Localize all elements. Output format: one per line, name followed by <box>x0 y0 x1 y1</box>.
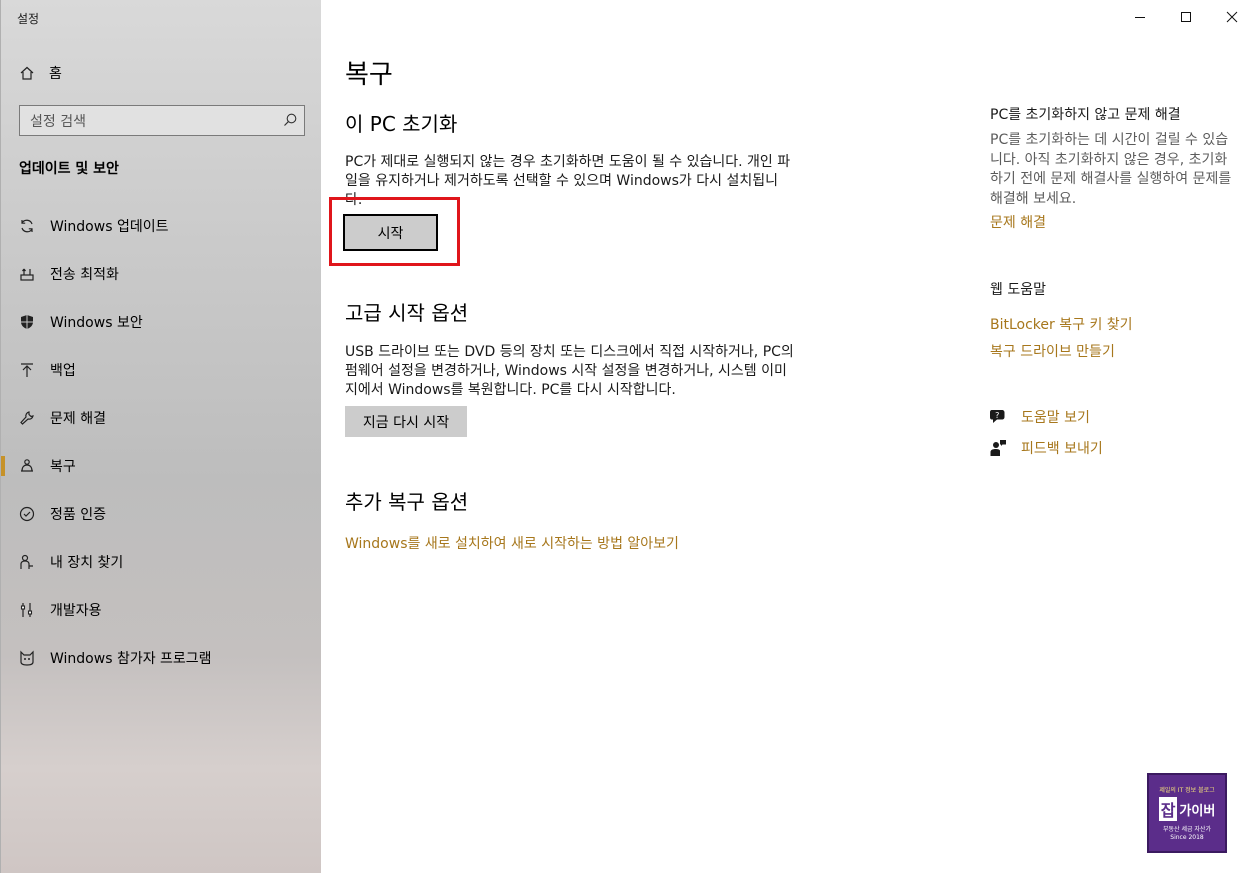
sidebar: 설정 홈 설정 검색 업데이트 및 보안 Windows 업데이트 전송 최적화 <box>0 0 321 873</box>
sidebar-item-find-my-device[interactable]: 내 장치 찾기 <box>1 538 322 586</box>
sidebar-item-delivery-optimization[interactable]: 전송 최적화 <box>1 250 322 298</box>
feedback-icon <box>989 439 1007 457</box>
more-recovery-heading: 추가 복구 옵션 <box>345 490 469 514</box>
fresh-start-link[interactable]: Windows를 새로 설치하여 새로 시작하는 방법 알아보기 <box>345 533 679 553</box>
watermark-sub: 부동산 세금 자산가 <box>1163 826 1211 833</box>
sidebar-item-insider-program[interactable]: Windows 참가자 프로그램 <box>1 634 322 682</box>
watermark-logo: 제일의 IT 정보 블로그 잡 가이버 부동산 세금 자산가 Since 201… <box>1147 773 1227 853</box>
watermark-mid: 잡 가이버 <box>1158 797 1216 821</box>
close-button[interactable] <box>1209 0 1255 34</box>
search-icon[interactable] <box>282 112 298 128</box>
app-title: 설정 <box>17 12 40 26</box>
search-input[interactable]: 설정 검색 <box>19 105 305 136</box>
bitlocker-link[interactable]: BitLocker 복구 키 찾기 <box>990 314 1133 334</box>
reset-start-button[interactable]: 시작 <box>343 214 438 251</box>
sidebar-item-developers[interactable]: 개발자용 <box>1 586 322 634</box>
minimize-button[interactable] <box>1117 0 1163 34</box>
insider-icon <box>19 650 35 666</box>
sidebar-item-activation[interactable]: 정품 인증 <box>1 490 322 538</box>
watermark-top: 제일의 IT 정보 블로그 <box>1159 787 1215 794</box>
page-title: 복구 <box>345 60 393 90</box>
troubleshoot-title: PC를 초기화하지 않고 문제 해결 <box>990 107 1181 123</box>
wrench-icon <box>19 410 35 426</box>
window-controls <box>1117 0 1255 34</box>
feedback-label: 피드백 보내기 <box>1021 441 1103 457</box>
watermark-big: 잡 <box>1158 797 1178 821</box>
delivery-icon <box>19 266 35 282</box>
chat-help-icon: ? <box>989 408 1007 426</box>
advanced-startup-heading: 고급 시작 옵션 <box>345 301 469 325</box>
sidebar-item-label: 내 장치 찾기 <box>50 555 124 571</box>
person-locate-icon <box>19 554 35 570</box>
sidebar-item-label: 백업 <box>50 363 76 379</box>
sidebar-item-label: 전송 최적화 <box>50 267 119 283</box>
get-help-link[interactable]: ? 도움말 보기 <box>989 407 1090 427</box>
home-icon <box>19 65 35 81</box>
maximize-button[interactable] <box>1163 0 1209 34</box>
advanced-startup-description: USB 드라이브 또는 DVD 등의 장치 또는 디스크에서 직접 시작하거나,… <box>345 344 794 398</box>
sidebar-item-label: 개발자용 <box>50 603 102 619</box>
sidebar-item-backup[interactable]: 백업 <box>1 346 322 394</box>
minimize-icon <box>1135 17 1145 18</box>
home-label: 홈 <box>49 66 62 82</box>
watermark-brand: 가이버 <box>1179 803 1216 819</box>
web-help-title: 웹 도움말 <box>990 282 1046 298</box>
main-content: 복구 이 PC 초기화 PC가 제대로 실행되지 않는 경우 초기화하면 도움이… <box>321 0 1255 873</box>
sidebar-item-label: Windows 업데이트 <box>50 219 169 235</box>
recovery-drive-link[interactable]: 복구 드라이브 만들기 <box>990 341 1115 361</box>
sidebar-item-troubleshoot[interactable]: 문제 해결 <box>1 394 322 442</box>
sidebar-item-label: 문제 해결 <box>50 411 106 427</box>
troubleshoot-text: PC를 초기화하는 데 시간이 걸릴 수 있습니다. 아직 초기화하지 않은 경… <box>990 132 1232 207</box>
search-placeholder: 설정 검색 <box>30 113 86 130</box>
sync-icon <box>19 218 35 234</box>
feedback-link[interactable]: 피드백 보내기 <box>989 438 1103 458</box>
recovery-icon <box>19 458 35 474</box>
developer-icon <box>19 602 35 618</box>
sidebar-item-label: Windows 보안 <box>50 315 143 331</box>
reset-heading: 이 PC 초기화 <box>345 112 458 136</box>
sidebar-item-label: Windows 참가자 프로그램 <box>50 651 212 667</box>
get-help-label: 도움말 보기 <box>1021 410 1090 426</box>
sidebar-item-windows-update[interactable]: Windows 업데이트 <box>1 202 322 250</box>
restart-now-button[interactable]: 지금 다시 시작 <box>345 406 467 437</box>
upload-arrow-icon <box>19 362 35 378</box>
check-circle-icon <box>19 506 35 522</box>
shield-icon <box>19 314 35 330</box>
close-icon <box>1226 11 1238 23</box>
sidebar-nav: Windows 업데이트 전송 최적화 Windows 보안 백업 문제 해결 <box>1 202 322 682</box>
troubleshoot-link[interactable]: 문제 해결 <box>990 212 1046 232</box>
maximize-icon <box>1181 12 1191 22</box>
sidebar-item-label: 정품 인증 <box>50 507 106 523</box>
sidebar-item-recovery[interactable]: 복구 <box>1 442 322 490</box>
watermark-since: Since 2018 <box>1170 834 1204 841</box>
home-nav[interactable]: 홈 <box>19 63 62 83</box>
sidebar-item-windows-security[interactable]: Windows 보안 <box>1 298 322 346</box>
sidebar-item-label: 복구 <box>50 459 76 475</box>
svg-text:?: ? <box>995 411 999 420</box>
section-title: 업데이트 및 보안 <box>19 161 119 177</box>
